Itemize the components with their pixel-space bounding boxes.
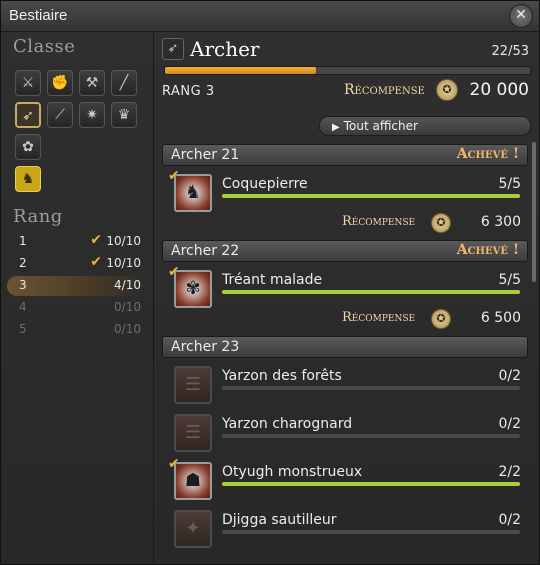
rank-number: 5 xyxy=(19,322,27,336)
rank-progress: 10/10 xyxy=(106,256,141,270)
window-title: Bestiaire xyxy=(9,7,68,24)
group-reward-value: 6 300 xyxy=(480,214,521,230)
show-all-button[interactable]: ▶ Tout afficher xyxy=(319,116,531,136)
seal-icon: ✪ xyxy=(431,309,451,329)
group-status: Achevé ! xyxy=(456,242,519,258)
monster-progress-bar xyxy=(222,194,520,198)
tome-icon[interactable]: ✿ xyxy=(15,134,41,160)
rank-row-5[interactable]: 5 0/10 xyxy=(7,320,147,340)
play-icon: ▶ xyxy=(332,122,340,133)
job-progress-bar xyxy=(164,66,531,75)
rank-label: RANG 3 xyxy=(162,84,215,99)
check-icon: ✔ xyxy=(90,232,102,248)
monster-count: 0/2 xyxy=(498,368,521,384)
monster-list[interactable]: Archer 21 Achevé ! ♞ ✔ Coquepierre 5/5 Récompe… xyxy=(154,140,539,564)
axe-icon[interactable]: ⚒ xyxy=(79,70,105,96)
gauntlet-icon[interactable]: ✊ xyxy=(47,70,73,96)
monster-count: 5/5 xyxy=(498,272,521,288)
scythe-icon[interactable]: ⟋ xyxy=(47,102,73,128)
group-reward-label: Récompense xyxy=(342,214,416,229)
check-icon: ✔ xyxy=(168,456,180,472)
bestiary-window: Bestiaire ✕ Classe ⚔ ✊ ⚒ ╱ ➶ ⟋ ✷ ♛ ✿ ♞ Rang 1 ✔ 10/… xyxy=(0,0,540,565)
group-reward-label: Récompense xyxy=(342,310,416,325)
rank-row-4[interactable]: 4 0/10 xyxy=(7,298,147,318)
monster-name: Yarzon des forêts xyxy=(222,368,342,384)
group-reward-value: 6 500 xyxy=(480,310,521,326)
rank-number: 3 xyxy=(19,278,27,292)
rank-number: 4 xyxy=(19,300,27,314)
bow-icon: ➶ xyxy=(162,38,184,60)
job-progress-count: 22/53 xyxy=(491,44,529,59)
group-name: Archer 22 xyxy=(171,243,240,259)
monster-progress-fill xyxy=(222,194,520,198)
group-header[interactable]: Archer 23 xyxy=(162,336,528,358)
rank-progress: 10/10 xyxy=(106,234,141,248)
class-panel: Classe ⚔ ✊ ⚒ ╱ ➶ ⟋ ✷ ♛ ✿ ♞ Rang 1 ✔ 10/10 2 ✔ 10/10 3 4/… xyxy=(1,32,154,564)
monster-name: Djigga sautilleur xyxy=(222,512,337,528)
monster-name: Coquepierre xyxy=(222,176,308,192)
monster-progress-fill xyxy=(222,482,520,486)
group-name: Archer 21 xyxy=(171,147,240,163)
monster-count: 2/2 xyxy=(498,464,521,480)
job-progress-fill xyxy=(165,67,317,74)
monster-progress-fill xyxy=(222,290,520,294)
crown-icon[interactable]: ♛ xyxy=(111,102,137,128)
rank-row-2[interactable]: 2 ✔ 10/10 xyxy=(7,254,147,274)
rank-row-1[interactable]: 1 ✔ 10/10 xyxy=(7,232,147,252)
rank-progress: 4/10 xyxy=(114,278,141,292)
check-icon: ✔ xyxy=(168,168,180,184)
rank-number: 1 xyxy=(19,234,27,248)
scrollbar[interactable] xyxy=(532,142,536,282)
seal-icon: ✪ xyxy=(431,213,451,233)
lance-icon[interactable]: ╱ xyxy=(111,70,137,96)
show-all-label: Tout afficher xyxy=(343,119,418,133)
yarzon-icon[interactable]: ☰ xyxy=(174,414,212,452)
rank-progress: 0/10 xyxy=(114,322,141,336)
group-status: Achevé ! xyxy=(456,146,519,162)
reward-value: 20 000 xyxy=(469,80,529,100)
close-icon[interactable]: ✕ xyxy=(509,4,533,28)
group-name: Archer 23 xyxy=(171,339,240,355)
monster-count: 5/5 xyxy=(498,176,521,192)
monster-name: Otyugh monstrueux xyxy=(222,464,363,480)
djigga-icon[interactable]: ✦ xyxy=(174,510,212,548)
rank-heading: Rang xyxy=(13,206,63,227)
monster-progress-bar xyxy=(222,386,520,390)
job-name: Archer xyxy=(190,37,260,61)
reward-label: Récompense xyxy=(344,82,425,98)
monster-progress-bar xyxy=(222,530,520,534)
rank-progress: 0/10 xyxy=(114,300,141,314)
monster-count: 0/2 xyxy=(498,416,521,432)
group-header[interactable]: Archer 22 Achevé ! xyxy=(162,240,528,262)
class-heading: Classe xyxy=(13,36,76,57)
chocobo-icon[interactable]: ♞ xyxy=(15,166,41,192)
staff-icon[interactable]: ✷ xyxy=(79,102,105,128)
monster-progress-bar xyxy=(222,482,520,486)
check-icon: ✔ xyxy=(168,264,180,280)
monster-progress-bar xyxy=(222,434,520,438)
job-panel: ➶ Archer 22/53 RANG 3 Récompense ✪ 20 00… xyxy=(154,32,539,564)
monster-count: 0/2 xyxy=(498,512,521,528)
monster-name: Yarzon charognard xyxy=(222,416,353,432)
rank-row-3[interactable]: 3 4/10 xyxy=(7,276,147,296)
title-bar: Bestiaire ✕ xyxy=(1,1,539,32)
rank-number: 2 xyxy=(19,256,27,270)
seal-icon: ✪ xyxy=(436,79,458,101)
sword-icon[interactable]: ⚔ xyxy=(15,70,41,96)
monster-name: Tréant malade xyxy=(222,272,323,288)
monster-progress-bar xyxy=(222,290,520,294)
yarzon-icon[interactable]: ☰ xyxy=(174,366,212,404)
check-icon: ✔ xyxy=(90,254,102,270)
group-header[interactable]: Archer 21 Achevé ! xyxy=(162,144,528,166)
bow-icon[interactable]: ➶ xyxy=(15,102,41,128)
